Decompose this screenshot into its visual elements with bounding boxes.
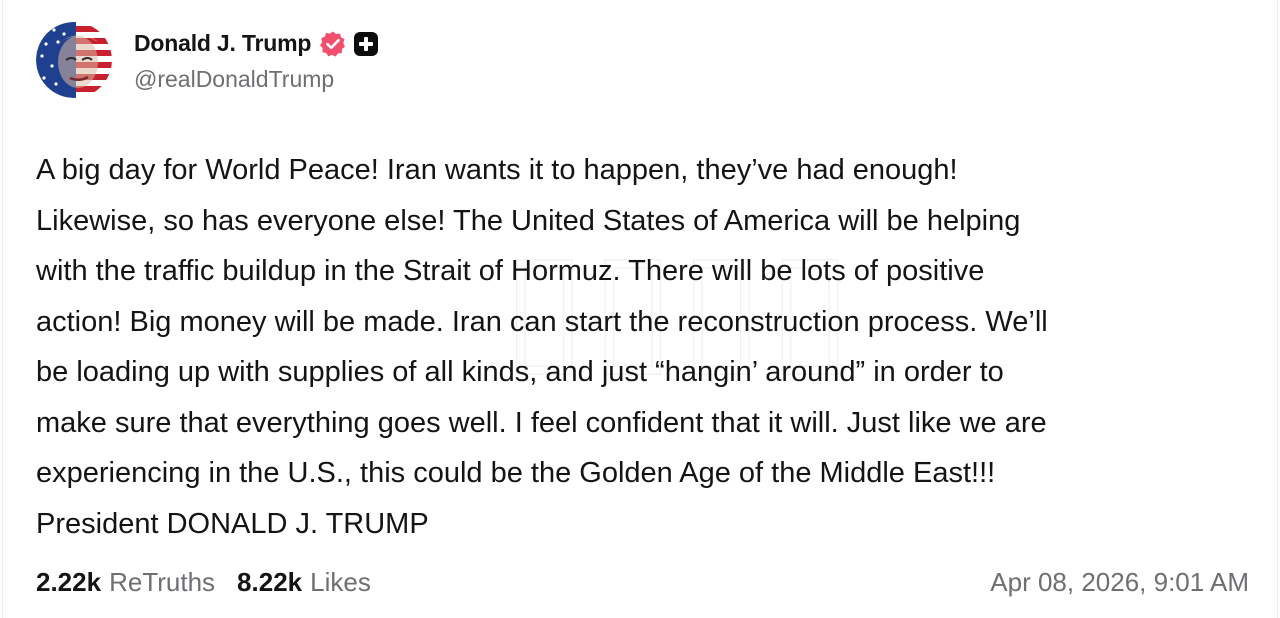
- post-text-line: action! Big money will be made. Iran can…: [36, 305, 1048, 338]
- verified-badge-icon: [319, 30, 347, 58]
- avatar[interactable]: [36, 22, 112, 98]
- post-text-line: make sure that everything goes well. I f…: [36, 406, 1047, 439]
- author-ident: Donald J. Trump @realDonaldTrump: [134, 28, 379, 93]
- likes-label: Likes: [310, 567, 371, 597]
- post-card: Donald J. Trump @realDonaldTrump ▯▯▯▯ A …: [2, 0, 1278, 618]
- post-body: A big day for World Peace! Iran wants it…: [36, 145, 1261, 549]
- likes-count: 8.22k: [237, 567, 303, 597]
- post-stats: 2.22k ReTruths 8.22k Likes: [36, 567, 371, 598]
- post-header: Donald J. Trump @realDonaldTrump: [36, 22, 379, 98]
- retruths-count: 2.22k: [36, 567, 102, 597]
- likes-stat[interactable]: 8.22k Likes: [237, 567, 371, 598]
- retruths-stat[interactable]: 2.22k ReTruths: [36, 567, 215, 598]
- retruths-label: ReTruths: [109, 567, 216, 597]
- post-text-line: experiencing in the U.S., this could be …: [36, 457, 996, 489]
- post-text-line: Likewise, so has everyone else! The Unit…: [36, 204, 1021, 237]
- plus-square-icon: [353, 31, 379, 57]
- display-name[interactable]: Donald J. Trump: [134, 30, 311, 57]
- name-row: Donald J. Trump: [134, 28, 379, 60]
- post-timestamp[interactable]: Apr 08, 2026, 9:01 AM: [990, 567, 1249, 598]
- post-text-line: be loading up with supplies of all kinds…: [36, 356, 1004, 388]
- post-text-line: with the traffic buildup in the Strait o…: [36, 255, 985, 287]
- author-handle[interactable]: @realDonaldTrump: [134, 66, 379, 93]
- avatar-image: [36, 22, 112, 98]
- post-text-line: President DONALD J. TRUMP: [36, 507, 429, 540]
- post-text-line: A big day for World Peace! Iran wants it…: [36, 154, 958, 186]
